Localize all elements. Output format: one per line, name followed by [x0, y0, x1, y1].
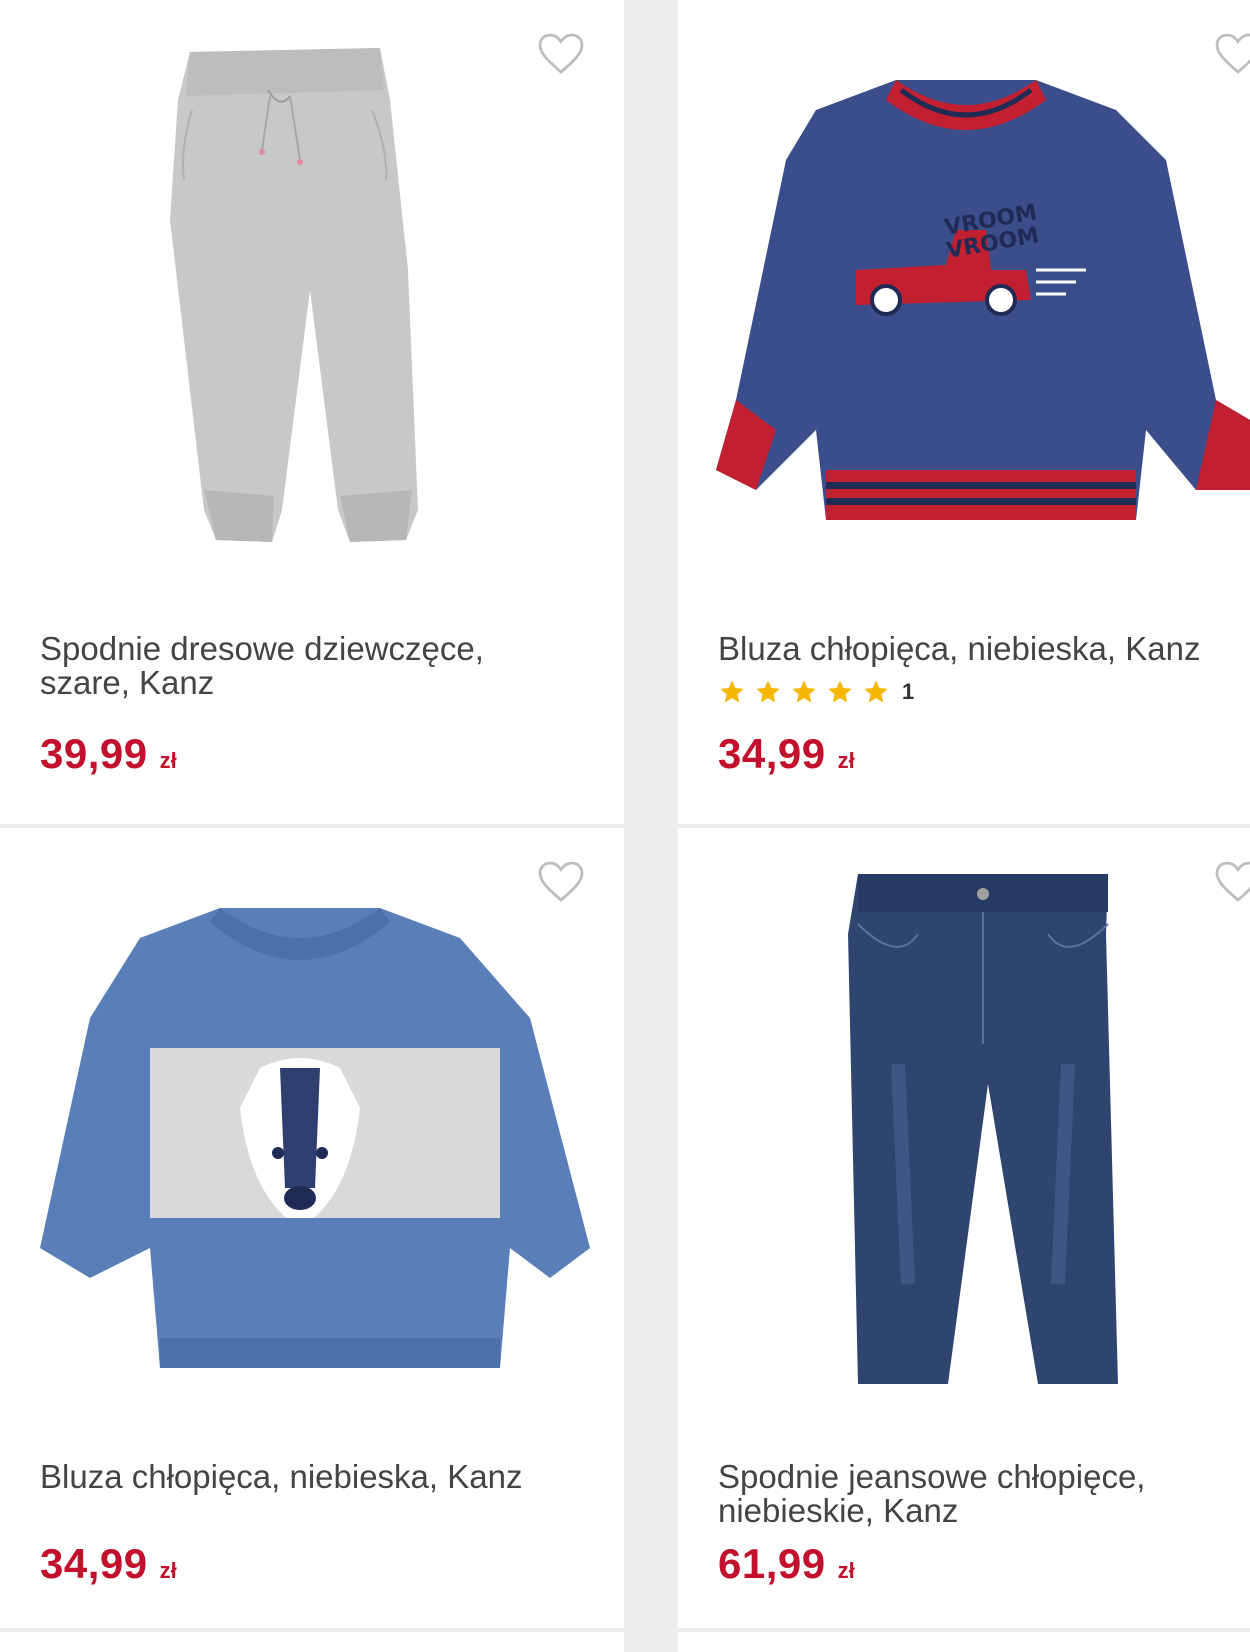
product-title[interactable]: Spodnie jeansowe chłopięce, niebieskie, … [718, 1460, 1238, 1528]
product-price: 34,99 zł [718, 730, 855, 778]
product-title[interactable]: Bluza chłopięca, niebieska, Kanz [718, 632, 1238, 666]
price-amount: 34,99 [40, 1540, 148, 1587]
navy-truck-sweatshirt-image[interactable]: VROOM VROOM [716, 70, 1250, 550]
heart-icon[interactable] [1214, 860, 1250, 904]
price-amount: 39,99 [40, 730, 148, 777]
product-card[interactable] [678, 1632, 1250, 1652]
product-price: 39,99 zł [40, 730, 177, 778]
product-price: 61,99 zł [718, 1540, 855, 1588]
star-icon [792, 680, 816, 703]
product-price: 34,99 zł [40, 1540, 177, 1588]
price-currency: zł [837, 1558, 855, 1583]
star-icon [864, 680, 888, 703]
product-title[interactable]: Bluza chłopięca, niebieska, Kanz [40, 1460, 560, 1494]
price-currency: zł [159, 1558, 177, 1583]
product-card[interactable]: Spodnie jeansowe chłopięce, niebieskie, … [678, 828, 1250, 1628]
blue-badger-sweatshirt-image[interactable] [30, 898, 600, 1378]
rating-stars: 1 [718, 678, 914, 706]
price-amount: 61,99 [718, 1540, 826, 1587]
price-amount: 34,99 [718, 730, 826, 777]
star-icon [756, 680, 780, 703]
blue-jeans-image[interactable] [838, 864, 1128, 1404]
product-card[interactable] [0, 1632, 624, 1652]
star-icon [720, 680, 744, 703]
star-icon [828, 680, 852, 703]
grey-sweatpants-image[interactable] [150, 40, 470, 580]
rating-count: 1 [902, 679, 915, 704]
price-currency: zł [159, 748, 177, 773]
heart-icon[interactable] [537, 32, 585, 76]
product-card[interactable]: Spodnie dresowe dziewczęce, szare, Kanz … [0, 0, 624, 824]
product-title[interactable]: Spodnie dresowe dziewczęce, szare, Kanz [40, 632, 560, 700]
product-card[interactable]: Bluza chłopięca, niebieska, Kanz 34,99 z… [0, 828, 624, 1628]
product-card[interactable]: VROOM VROOM Bluza chłopięca, niebieska, … [678, 0, 1250, 824]
price-currency: zł [837, 748, 855, 773]
